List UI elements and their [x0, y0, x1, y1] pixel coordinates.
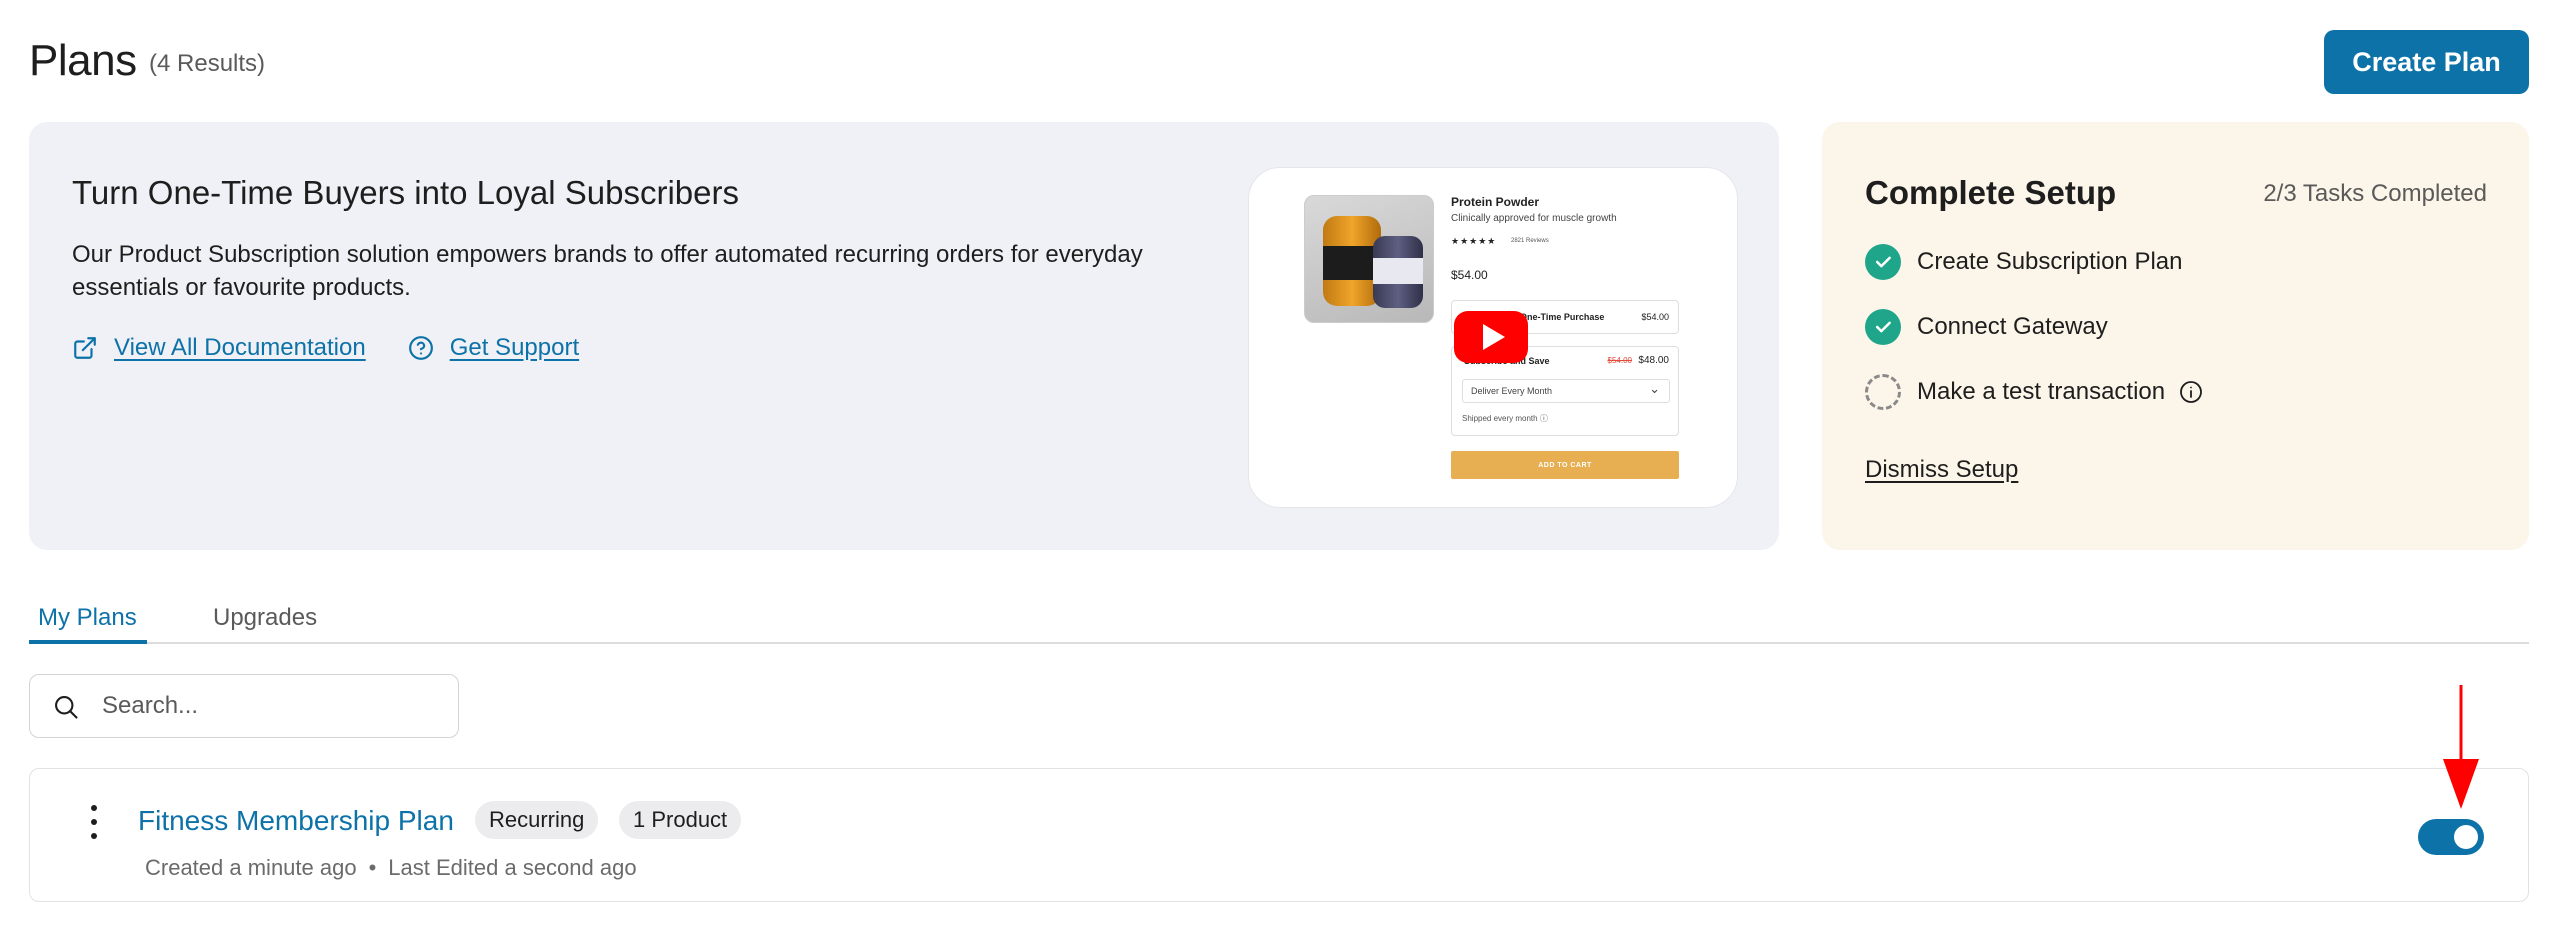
promo-title: Turn One-Time Buyers into Loyal Subscrib… [72, 174, 739, 211]
results-count: (4 Results) [149, 50, 266, 77]
view-documentation-link[interactable]: View All Documentation [72, 334, 366, 362]
preview-add-to-cart: ADD TO CART [1451, 451, 1679, 479]
tab-upgrades[interactable]: Upgrades [213, 604, 317, 632]
preview-rating-stars: ★★★★★ [1451, 236, 1497, 246]
active-tab-indicator [29, 640, 147, 644]
plan-name-link[interactable]: Fitness Membership Plan [138, 805, 454, 837]
plan-status-toggle[interactable] [2418, 819, 2484, 855]
preview-subscribe-price: $48.00 [1638, 355, 1669, 366]
preview-product-title: Protein Powder [1451, 195, 1540, 209]
get-support-label: Get Support [449, 334, 580, 361]
info-icon[interactable] [2179, 380, 2203, 404]
check-circle-icon [1865, 244, 1901, 280]
setup-task-label: Make a test transaction [1917, 378, 2166, 405]
setup-progress: 2/3 Tasks Completed [2263, 180, 2487, 207]
promo-links: View All Documentation Get Support [72, 334, 579, 362]
preview-price: $54.00 [1451, 268, 1488, 282]
check-circle-icon [1865, 309, 1901, 345]
create-plan-button[interactable]: Create Plan [2324, 30, 2529, 94]
view-documentation-label: View All Documentation [114, 334, 366, 361]
video-thumbnail[interactable]: Protein Powder Clinically approved for m… [1248, 167, 1738, 508]
preview-one-time-label: One-Time Purchase [1520, 312, 1605, 322]
preview-one-time-price: $54.00 [1641, 312, 1669, 322]
dismiss-setup-link[interactable]: Dismiss Setup [1865, 456, 2018, 484]
promo-card: Turn One-Time Buyers into Loyal Subscrib… [29, 122, 1779, 550]
setup-task-test-transaction[interactable]: Make a test transaction [1865, 374, 2203, 410]
search-box [29, 674, 459, 738]
plan-edited: Last Edited a second ago [388, 855, 637, 880]
preview-subscribe-old-price: $54.00 [1607, 356, 1632, 365]
annotation-arrow-icon [2443, 685, 2479, 809]
external-link-icon [74, 337, 96, 359]
play-video-icon[interactable] [1454, 311, 1528, 363]
plan-type-badge: Recurring [475, 801, 599, 839]
get-support-link[interactable]: Get Support [408, 334, 579, 362]
more-actions-icon[interactable] [82, 805, 106, 839]
setup-card: Complete Setup 2/3 Tasks Completed Creat… [1822, 122, 2529, 550]
setup-task-label: Connect Gateway [1917, 313, 2108, 340]
page-title: Plans [29, 36, 137, 85]
plan-created: Created a minute ago [145, 855, 357, 880]
promo-description: Our Product Subscription solution empowe… [72, 241, 1143, 301]
pending-circle-icon [1865, 374, 1901, 410]
setup-task-connect-gateway: Connect Gateway [1865, 309, 2108, 345]
preview-frequency-select: Deliver Every Month [1462, 379, 1670, 403]
search-input[interactable] [102, 675, 442, 737]
plan-product-count-badge: 1 Product [619, 801, 742, 839]
setup-title: Complete Setup [1865, 174, 2117, 211]
plan-row: Fitness Membership Plan Recurring 1 Prod… [29, 768, 2529, 902]
help-circle-icon [408, 336, 433, 360]
page-header: Plans (4 Results) Create Plan [29, 30, 2529, 100]
plan-tabs: My Plans Upgrades [29, 592, 2529, 644]
preview-shipping-note: Shipped every month ⓘ [1462, 414, 1548, 423]
search-icon [55, 696, 78, 719]
product-image [1304, 195, 1434, 323]
preview-reviews-count: 2821 Reviews [1511, 238, 1549, 244]
preview-product-subtitle: Clinically approved for muscle growth [1451, 213, 1617, 224]
plan-meta: Created a minute ago • Last Edited a sec… [145, 855, 637, 880]
setup-task-label: Create Subscription Plan [1917, 248, 2183, 275]
setup-task-create-plan: Create Subscription Plan [1865, 244, 2182, 280]
tab-my-plans[interactable]: My Plans [38, 604, 137, 632]
